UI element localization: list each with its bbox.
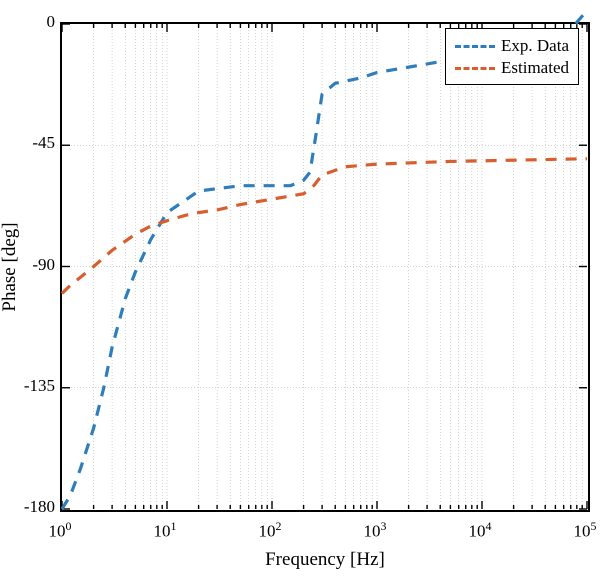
x-tick-label: 103	[364, 519, 387, 542]
x-axis-label: Frequency [Hz]	[265, 549, 385, 571]
x-tick-label: 104	[469, 519, 492, 542]
axis-ticks	[62, 24, 587, 509]
y-tick-label: -135	[5, 376, 55, 396]
legend-label: Exp. Data	[501, 35, 569, 57]
x-tick-label: 101	[154, 519, 177, 542]
y-tick-label: -90	[5, 255, 55, 275]
series-group	[62, 11, 587, 509]
legend-row: Exp. Data	[455, 35, 569, 57]
y-tick-label: -45	[5, 133, 55, 153]
series-exp-data	[62, 11, 587, 509]
legend: Exp. DataEstimated	[445, 28, 579, 85]
gridlines	[62, 24, 587, 509]
legend-swatch	[455, 45, 495, 48]
legend-label: Estimated	[501, 57, 569, 79]
legend-row: Estimated	[455, 57, 569, 79]
series-estimated	[62, 159, 587, 294]
legend-swatch	[455, 67, 495, 70]
x-tick-label: 100	[49, 519, 72, 542]
y-tick-label: -180	[5, 497, 55, 517]
x-tick-label: 102	[259, 519, 282, 542]
phase-bode-chart: Phase [deg] Frequency [Hz] -180-135-90-4…	[0, 0, 613, 582]
y-tick-label: 0	[5, 12, 55, 32]
plot-area	[60, 22, 590, 512]
plot-svg	[62, 24, 587, 509]
x-tick-label: 105	[574, 519, 597, 542]
